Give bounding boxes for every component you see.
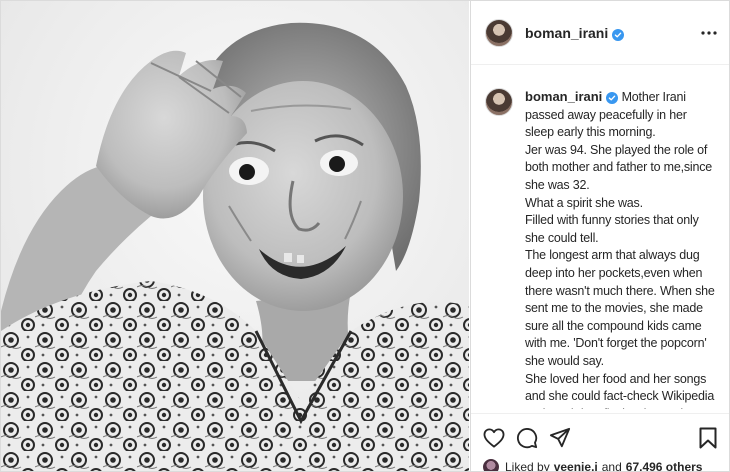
post-caption: boman_irani Mother Irani passed away pea… — [471, 66, 729, 409]
author-avatar[interactable] — [485, 18, 513, 47]
author-username-text[interactable]: boman_irani — [525, 25, 608, 41]
post-sidebar: boman_irani boman_irani Mother Irani pas… — [470, 1, 729, 472]
post-photo[interactable] — [1, 1, 469, 471]
caption-username[interactable]: boman_irani — [525, 89, 602, 104]
verified-badge-icon — [612, 28, 625, 41]
caption-paragraph: What a spirit she was. — [525, 195, 643, 210]
comment-icon[interactable] — [516, 427, 538, 449]
more-horizontal-icon[interactable] — [699, 23, 719, 43]
liker-username[interactable]: veenie.j — [554, 460, 598, 471]
caption-paragraph: She loved her food and her songs and she… — [525, 371, 715, 410]
heart-icon[interactable] — [483, 427, 505, 449]
likes-others-count[interactable]: 67,496 others — [626, 460, 703, 471]
instagram-post: boman_irani boman_irani Mother Irani pas… — [0, 0, 730, 472]
caption-paragraph: The longest arm that always dug deep int… — [525, 248, 715, 368]
elderly-woman-saluting-photo — [1, 1, 469, 471]
likes-summary: Liked by veenie.j and 67,496 others — [483, 458, 706, 472]
liker-avatar[interactable] — [483, 459, 499, 471]
likes-prefix: Liked by — [505, 460, 550, 472]
bookmark-icon[interactable] — [697, 427, 719, 449]
share-icon[interactable] — [549, 427, 571, 449]
caption-paragraph: Filled with funny stories that only she … — [525, 213, 699, 245]
post-actions-bar — [471, 413, 729, 461]
caption-paragraph: Jer was 94. She played the role of both … — [525, 142, 713, 192]
caption-text: boman_irani Mother Irani passed away pea… — [525, 88, 715, 409]
caption-verified-badge-icon — [606, 92, 619, 104]
caption-line-1: boman_irani Mother Irani passed away pea… — [525, 88, 715, 142]
author-username[interactable]: boman_irani — [525, 25, 625, 41]
likes-conjunction: and — [601, 460, 622, 472]
caption-author-avatar[interactable] — [485, 88, 513, 116]
post-header: boman_irani — [471, 1, 729, 65]
